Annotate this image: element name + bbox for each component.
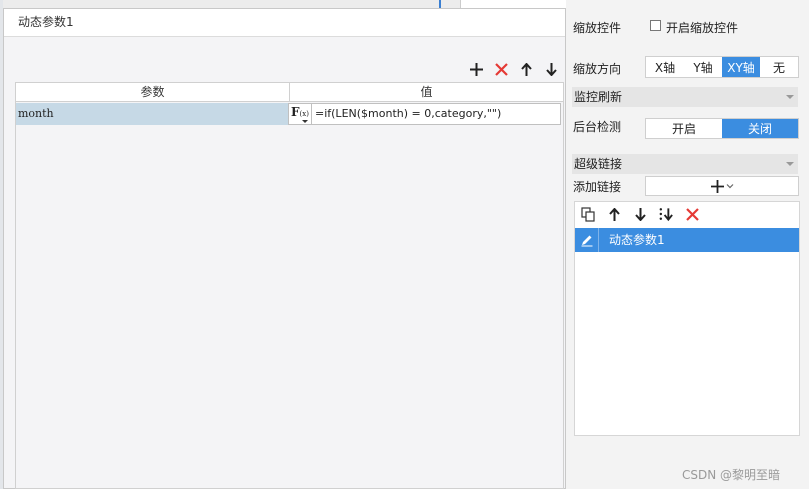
copy-link-button[interactable] xyxy=(580,206,596,222)
parameter-name-cell[interactable]: month xyxy=(16,103,288,125)
table-row[interactable]: month F(x) =if(LEN($month) = 0,category,… xyxy=(16,103,563,125)
chevron-down-icon xyxy=(726,184,733,189)
monitor-refresh-label: 监控刷新 xyxy=(574,90,623,104)
zoom-direction-selector: X轴 Y轴 XY轴 无 xyxy=(645,56,799,78)
watermark-text: CSDN @黎明至暗 xyxy=(682,468,781,482)
delete-parameter-button[interactable] xyxy=(493,61,509,77)
zoom-direction-x[interactable]: X轴 xyxy=(646,57,684,77)
link-item-label: 动态参数1 xyxy=(609,233,665,247)
hyperlink-list-toolbar xyxy=(575,202,799,224)
hyperlink-list: 动态参数1 xyxy=(574,201,800,436)
arrow-up-icon xyxy=(520,62,532,76)
background-check-off[interactable]: 关闭 xyxy=(722,119,798,138)
zoom-direction-y[interactable]: Y轴 xyxy=(684,57,722,77)
enable-zoom-label: 开启缩放控件 xyxy=(666,21,739,35)
column-header-value: 值 xyxy=(420,85,433,99)
delete-x-icon xyxy=(685,207,699,221)
table-header: 参数 值 xyxy=(16,83,563,102)
formula-fx-icon: F(x) xyxy=(291,105,309,119)
copy-icon xyxy=(581,206,595,222)
add-link-dropdown[interactable] xyxy=(645,176,799,196)
monitor-refresh-section[interactable]: 监控刷新 xyxy=(572,87,798,107)
arrow-down-icon xyxy=(545,62,557,76)
move-link-down-button[interactable] xyxy=(632,206,648,222)
list-item[interactable]: 动态参数1 xyxy=(575,228,799,252)
background-check-on[interactable]: 开启 xyxy=(646,119,722,138)
dynamic-parameter-dialog: 动态参数1 参数 值 month F(x) =if(LEN($month) = … xyxy=(3,8,566,489)
column-header-parameter: 参数 xyxy=(16,83,290,101)
plus-icon xyxy=(469,62,483,76)
move-down-button[interactable] xyxy=(543,61,559,77)
arrow-up-icon xyxy=(608,207,620,221)
edit-link-button[interactable] xyxy=(575,228,599,252)
dialog-title: 动态参数1 xyxy=(4,9,565,37)
delete-link-button[interactable] xyxy=(684,206,700,222)
zoom-direction-none[interactable]: 无 xyxy=(760,57,798,77)
parameter-toolbar xyxy=(468,61,559,77)
zoom-direction-label: 缩放方向 xyxy=(573,62,622,76)
move-link-bottom-button[interactable] xyxy=(658,206,674,222)
hyperlink-section[interactable]: 超级链接 xyxy=(572,154,798,174)
formula-editor-button[interactable]: F(x) xyxy=(288,103,312,125)
plus-icon xyxy=(710,179,724,193)
zoom-control-label: 缩放控件 xyxy=(573,21,622,35)
chevron-down-icon xyxy=(302,120,308,123)
parameter-value-input[interactable]: =if(LEN($month) = 0,category,"") xyxy=(312,103,561,125)
move-up-button[interactable] xyxy=(518,61,534,77)
move-bottom-icon xyxy=(659,207,673,221)
collapse-caret-icon xyxy=(786,95,794,99)
pencil-icon xyxy=(581,235,592,247)
move-link-up-button[interactable] xyxy=(606,206,622,222)
background-check-toggle: 开启 关闭 xyxy=(645,118,799,139)
enable-zoom-checkbox[interactable] xyxy=(650,20,661,31)
background-check-label: 后台检测 xyxy=(573,120,622,134)
hyperlink-label: 超级链接 xyxy=(574,157,623,171)
parameter-table: 参数 值 month F(x) =if(LEN($month) = 0,cate… xyxy=(15,82,564,489)
property-panel: 缩放控件 开启缩放控件 缩放方向 X轴 Y轴 XY轴 无 监控刷新 后台检测 开… xyxy=(566,0,809,489)
delete-x-icon xyxy=(494,62,508,76)
zoom-direction-xy[interactable]: XY轴 xyxy=(722,57,760,77)
add-parameter-button[interactable] xyxy=(468,61,484,77)
collapse-caret-icon xyxy=(786,162,794,166)
arrow-down-icon xyxy=(634,207,646,221)
background-guide-line xyxy=(439,0,441,8)
add-link-label: 添加链接 xyxy=(573,180,622,194)
